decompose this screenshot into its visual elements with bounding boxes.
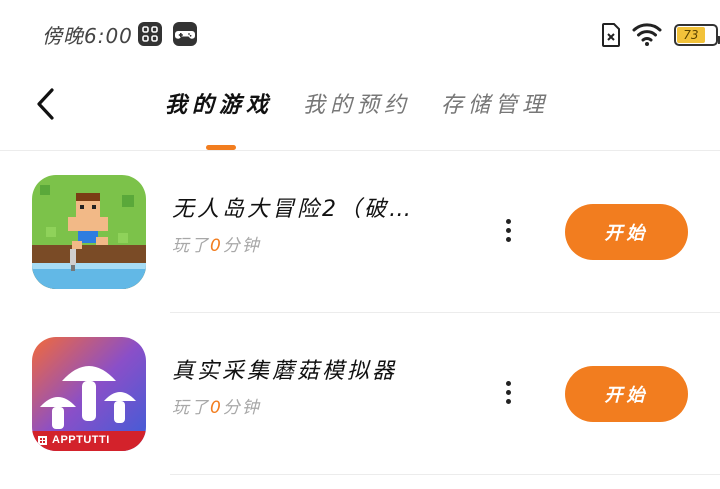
play-time: 玩了0分钟 (172, 231, 261, 256)
grid-app-icon (138, 22, 162, 46)
play-time-value: 0 (210, 398, 223, 418)
more-options-button[interactable] (496, 381, 520, 409)
game-list: 无人岛大冒险2（破… 玩了0分钟 开始 APPTUTTI 真实采集蘑菇模拟器 玩… (0, 151, 720, 475)
game-title: 无人岛大冒险2（破… (172, 197, 414, 222)
pixel-island-game-icon[interactable] (32, 175, 146, 289)
status-time: 傍晚6:00 (42, 24, 133, 48)
game-title: 真实采集蘑菇模拟器 (172, 359, 398, 384)
play-time-suffix: 分钟 (222, 398, 261, 418)
more-dot (505, 237, 511, 242)
game-row: APPTUTTI 真实采集蘑菇模拟器 玩了0分钟 开始 (0, 313, 720, 475)
start-button[interactable]: 开始 (565, 366, 688, 422)
tab-storage-management[interactable]: 存储管理 (441, 87, 549, 119)
more-dot (505, 219, 511, 224)
play-time-value: 0 (210, 236, 223, 256)
play-time: 玩了0分钟 (172, 393, 261, 418)
play-time-prefix: 玩了 (172, 236, 210, 256)
gamepad-icon (173, 22, 197, 46)
tab-my-games[interactable]: 我的游戏 (165, 87, 273, 119)
play-time-suffix: 分钟 (222, 236, 261, 256)
start-button[interactable]: 开始 (565, 204, 688, 260)
chevron-left-icon (37, 88, 54, 120)
more-options-button[interactable] (496, 219, 520, 247)
more-dot (505, 228, 511, 233)
back-button[interactable] (28, 82, 68, 126)
more-dot (505, 390, 511, 395)
battery-level: 73 (677, 27, 705, 43)
tab-bar: 我的游戏 我的预约 存储管理 (165, 87, 549, 119)
status-bar: 傍晚6:00 73 (0, 0, 720, 70)
mushroom-game-icon[interactable]: APPTUTTI (32, 337, 146, 451)
apptutti-badge: APPTUTTI (52, 434, 110, 446)
game-row: 无人岛大冒险2（破… 玩了0分钟 开始 (0, 151, 720, 313)
tab-my-reservations[interactable]: 我的预约 (303, 87, 411, 119)
more-dot (505, 381, 511, 386)
more-dot (505, 399, 511, 404)
wifi-icon (632, 21, 662, 51)
play-time-prefix: 玩了 (172, 398, 210, 418)
row-divider (170, 474, 720, 475)
battery-icon: 73 (674, 24, 720, 46)
header: 我的游戏 我的预约 存储管理 (0, 70, 720, 150)
sim-icon (602, 23, 620, 51)
